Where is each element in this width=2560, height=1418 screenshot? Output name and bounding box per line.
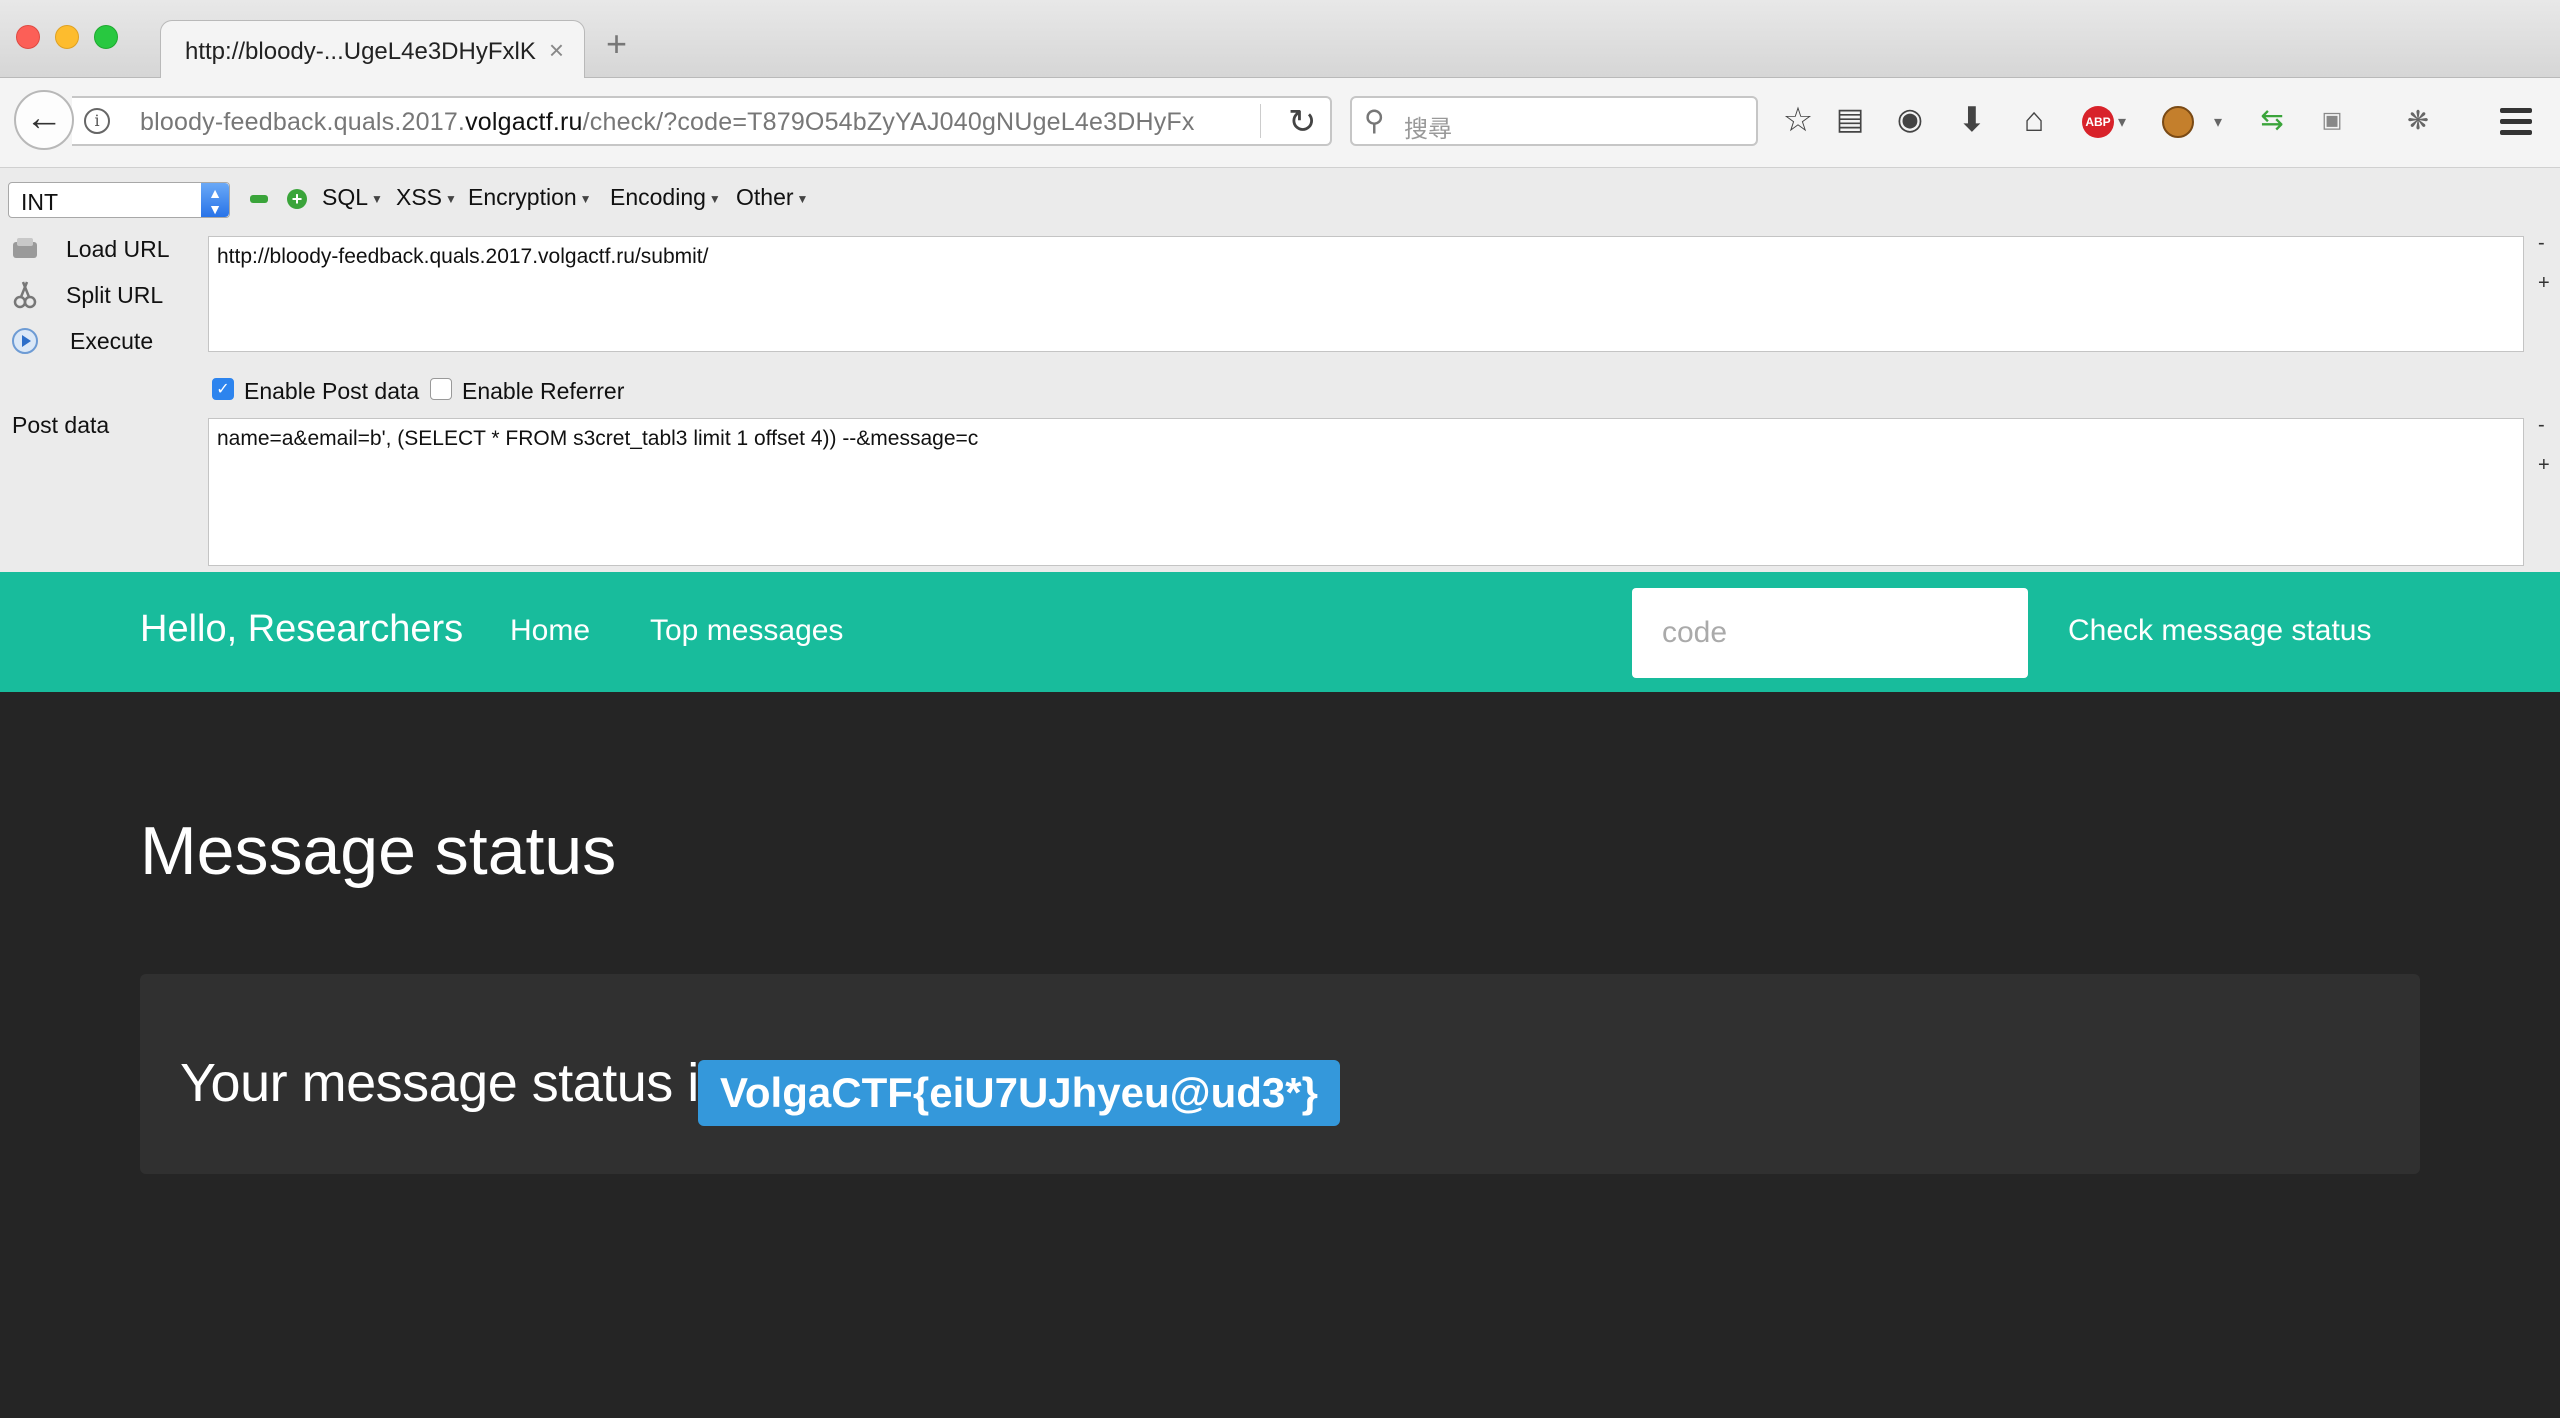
status-panel: Your message status is VolgaCTF{eiU7UJhy… (140, 974, 2420, 1174)
tab-close-icon[interactable]: × (549, 35, 564, 66)
load-url-icon (13, 238, 37, 258)
split-url-label: Split URL (66, 282, 164, 308)
check-icon: ✓ (212, 378, 234, 400)
status-text: Your message status is (180, 1053, 726, 1113)
site-brand[interactable]: Hello, Researchers (140, 608, 463, 651)
search-icon: ⚲ (1364, 105, 1385, 136)
url-text[interactable]: bloody-feedback.quals.2017.volgactf.ru/c… (140, 108, 1195, 137)
adblock-dropdown-icon[interactable]: ▾ (2118, 112, 2126, 132)
page-title: Message status (140, 813, 617, 889)
site-info-icon[interactable]: i (84, 108, 110, 134)
url-domain: volgactf.ru (465, 108, 583, 136)
type-select-value: INT (21, 189, 59, 215)
greasemonkey-icon[interactable] (2162, 106, 2194, 138)
nav-home-link[interactable]: Home (510, 614, 590, 648)
url-bar[interactable]: i bloody-feedback.quals.2017.volgactf.ru… (72, 96, 1332, 146)
url-prefix: bloody-feedback.quals.2017. (140, 108, 466, 136)
greasemonkey-dropdown-icon[interactable]: ▾ (2214, 112, 2222, 132)
menu-encoding[interactable]: Encoding ▼ (610, 184, 721, 211)
menu-other[interactable]: Other ▼ (736, 184, 808, 211)
bookmark-star-icon[interactable]: ☆ (1778, 98, 1818, 142)
hackbar-panel: INT ▲ ▼ + SQL ▼ XSS ▼ Encryption ▼ Encoding ▼… (0, 168, 2560, 572)
execute-icon (12, 328, 38, 354)
site-navbar: Hello, Researchers Home Top messages Che… (0, 572, 2560, 692)
code-input[interactable] (1632, 588, 2028, 678)
menu-sql-label: SQL (322, 184, 369, 210)
search-placeholder: 搜尋 (1404, 116, 1452, 143)
nav-top-messages-link[interactable]: Top messages (650, 614, 843, 648)
url-path: /check/?code=T879O54bZyYAJ040gNUgeL4e3DH… (582, 108, 1195, 136)
menu-encryption-label: Encryption (468, 184, 577, 210)
adblock-icon[interactable]: ABP (2082, 106, 2114, 138)
download-icon[interactable]: ⬇ (1952, 98, 1992, 142)
search-bar[interactable]: ⚲ 搜尋 (1350, 96, 1758, 146)
menu-sql[interactable]: SQL ▼ (322, 184, 383, 211)
switch-icon[interactable]: ⇆ (2252, 98, 2292, 142)
close-window-button[interactable] (16, 25, 40, 49)
select-arrows-icon: ▲ ▼ (201, 183, 229, 217)
type-select[interactable]: INT ▲ ▼ (8, 182, 230, 218)
enable-post-label: Enable Post data (244, 378, 420, 404)
increase-icon[interactable]: + (287, 189, 307, 209)
firebug-icon[interactable]: ❋ (2398, 98, 2438, 142)
url-textarea-shrink[interactable]: - (2538, 232, 2545, 255)
minimize-window-button[interactable] (55, 25, 79, 49)
menu-xss[interactable]: XSS ▼ (396, 184, 457, 211)
new-tab-button[interactable]: + (606, 26, 627, 62)
back-button[interactable]: ← (14, 90, 74, 150)
unchecked-box (430, 378, 452, 400)
window-titlebar: http://bloody-...UgeL4e3DHyFxlK × + (0, 0, 2560, 78)
menu-other-label: Other (736, 184, 794, 210)
reading-list-icon[interactable]: ▤ (1830, 98, 1870, 142)
pocket-icon[interactable]: ◉ (1890, 98, 1930, 142)
menu-encoding-label: Encoding (610, 184, 706, 210)
post-data-label: Post data (12, 412, 110, 438)
back-arrow-icon: ← (25, 97, 63, 139)
split-url-icon (13, 281, 37, 309)
url-textarea-grow[interactable]: + (2538, 272, 2550, 295)
tab-title: http://bloody-...UgeL4e3DHyFxlK (185, 38, 536, 65)
reload-icon[interactable]: ↻ (1288, 102, 1317, 142)
zoom-window-button[interactable] (94, 25, 118, 49)
load-url-label: Load URL (66, 236, 170, 262)
post-textarea-shrink[interactable]: - (2538, 414, 2545, 437)
post-data-textarea[interactable]: name=a&email=b', (SELECT * FROM s3cret_t… (208, 418, 2524, 566)
status-badge: VolgaCTF{eiU7UJhyeu@ud3*} (698, 1060, 1340, 1126)
enable-referrer-label: Enable Referrer (462, 378, 625, 404)
url-textarea[interactable]: http://bloody-feedback.quals.2017.volgac… (208, 236, 2524, 352)
menu-xss-label: XSS (396, 184, 443, 210)
url-divider (1260, 104, 1261, 138)
post-textarea-grow[interactable]: + (2538, 454, 2550, 477)
browser-tab[interactable]: http://bloody-...UgeL4e3DHyFxlK × (160, 20, 585, 78)
home-icon[interactable]: ⌂ (2014, 98, 2054, 142)
screenshot-icon[interactable]: ▣ (2312, 98, 2352, 142)
check-status-button[interactable]: Check message status (2068, 614, 2371, 648)
hamburger-menu-icon[interactable] (2500, 108, 2532, 136)
navigation-toolbar: i bloody-feedback.quals.2017.volgactf.ru… (0, 78, 2560, 168)
decrease-icon[interactable] (250, 195, 268, 203)
execute-label: Execute (70, 328, 154, 354)
menu-encryption[interactable]: Encryption ▼ (468, 184, 592, 211)
